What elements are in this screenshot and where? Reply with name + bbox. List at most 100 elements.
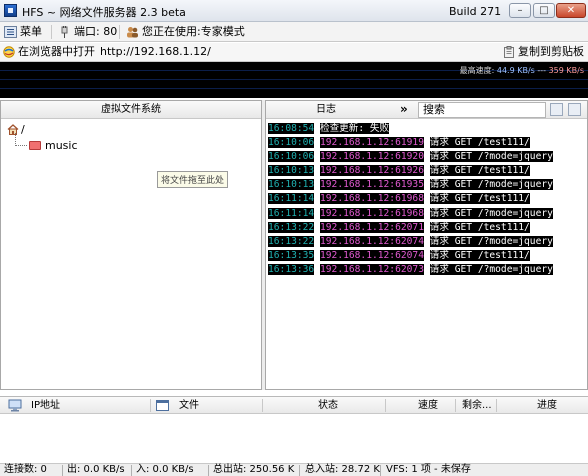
copy-to-clipboard-button[interactable]: 复制到剪贴板 bbox=[502, 44, 584, 60]
log-message: 请求 GET /?mode=jquery bbox=[429, 263, 553, 275]
vfs-header: 虚拟文件系统 bbox=[1, 101, 261, 119]
log-header: 日志 » 搜索 bbox=[266, 101, 587, 119]
url-bar: 在浏览器中打开 http://192.168.1.12/ 复制到剪贴板 bbox=[0, 43, 588, 62]
log-ip: 192.168.1.12:62071 bbox=[320, 221, 424, 233]
status-total-out: 总出站: 250.56 K bbox=[213, 464, 295, 475]
log-time: 16:10:13 bbox=[268, 165, 315, 177]
column-progress[interactable]: 进度 bbox=[537, 397, 557, 414]
max-out-speed: 359 KB/s bbox=[548, 66, 584, 75]
graph-gridline bbox=[0, 88, 588, 89]
mode-button[interactable]: 您正在使用:专家模式 bbox=[124, 24, 249, 40]
status-divider bbox=[299, 465, 300, 476]
log-ip: 192.168.1.12:62073 bbox=[320, 263, 424, 275]
bandwidth-graph: 最高速度: 44.9 KB/s --- 359 KB/s bbox=[0, 62, 588, 98]
maximize-button[interactable]: □ bbox=[533, 3, 555, 18]
drop-hint: 将文件拖至此处 bbox=[157, 171, 229, 188]
toolbar-divider bbox=[51, 25, 52, 39]
minimize-button[interactable]: – bbox=[509, 3, 531, 18]
tree-connector bbox=[15, 133, 27, 146]
close-button[interactable]: ✕ bbox=[556, 3, 586, 18]
log-entry: 16:13:22 192.168.1.12:62074 请求 GET /?mod… bbox=[268, 235, 553, 249]
build-number: Build 271 bbox=[449, 5, 502, 18]
plug-icon bbox=[61, 26, 68, 38]
status-divider bbox=[131, 465, 132, 476]
toolbar: 菜单 端口: 80 您正在使用:专家模式 bbox=[0, 22, 588, 42]
log-message: 请求 GET /test111/ bbox=[429, 249, 530, 261]
copy-log-icon[interactable] bbox=[550, 103, 563, 116]
log-message: 请求 GET /test111/ bbox=[429, 193, 530, 205]
log-time: 16:10:06 bbox=[268, 137, 315, 149]
column-file[interactable]: 文件 bbox=[179, 397, 199, 414]
log-message: 请求 GET /test111/ bbox=[429, 221, 530, 233]
connections-list[interactable] bbox=[0, 414, 588, 462]
status-bar: 连接数: 0 出: 0.0 KB/s 入: 0.0 KB/s 总出站: 250.… bbox=[0, 463, 588, 476]
menu-icon bbox=[4, 26, 17, 38]
open-in-browser-button[interactable]: 在浏览器中打开 bbox=[2, 44, 95, 60]
max-speed-readout: 最高速度: 44.9 KB/s --- 359 KB/s bbox=[460, 65, 584, 76]
log-entry: 16:13:22 192.168.1.12:62071 请求 GET /test… bbox=[268, 221, 553, 235]
log-entry: 16:10:13 192.168.1.12:61926 请求 GET /test… bbox=[268, 164, 553, 178]
speed-separator: --- bbox=[534, 66, 549, 75]
vfs-folder[interactable]: music bbox=[15, 133, 78, 153]
log-ip: 192.168.1.12:61968 bbox=[320, 193, 424, 205]
log-entry: 16:11:14 192.168.1.12:61968 请求 GET /test… bbox=[268, 192, 553, 206]
log-message: 请求 GET /test111/ bbox=[429, 165, 530, 177]
column-divider bbox=[150, 399, 151, 412]
status-total-in: 总入站: 28.72 K bbox=[305, 464, 380, 475]
open-in-browser-label: 在浏览器中打开 bbox=[18, 45, 95, 58]
graph-gridline bbox=[0, 79, 588, 80]
log-time: 16:13:22 bbox=[268, 235, 315, 247]
log-ip: 192.168.1.12:61968 bbox=[320, 207, 424, 219]
file-icon bbox=[156, 400, 169, 411]
port-label: 端口: 80 bbox=[74, 25, 118, 38]
log-message: 请求 GET /?mode=jquery bbox=[429, 151, 553, 163]
column-divider bbox=[385, 399, 386, 412]
log-entry: 16:10:06 192.168.1.12:61920 请求 GET /?mod… bbox=[268, 150, 553, 164]
log-time: 16:13:35 bbox=[268, 249, 315, 261]
vfs-folder-label: music bbox=[45, 139, 78, 152]
menu-button[interactable]: 菜单 bbox=[2, 24, 46, 40]
log-entry: 16:10:06 192.168.1.12:61919 请求 GET /test… bbox=[268, 136, 553, 150]
log-message: 请求 GET /?mode=jquery bbox=[429, 235, 553, 247]
log-ip: 192.168.1.12:61920 bbox=[320, 151, 424, 163]
log-time: 16:10:13 bbox=[268, 179, 315, 191]
browser-icon bbox=[3, 46, 15, 58]
folder-icon bbox=[29, 141, 41, 150]
log-message: 检查更新: 失败 bbox=[320, 123, 390, 134]
mode-label: 您正在使用:专家模式 bbox=[142, 25, 245, 38]
column-divider bbox=[496, 399, 497, 412]
log-search-input[interactable]: 搜索 bbox=[418, 102, 546, 118]
column-remaining[interactable]: 剩余... bbox=[462, 397, 492, 414]
copy-to-clipboard-label: 复制到剪贴板 bbox=[518, 45, 584, 58]
status-out-speed: 出: 0.0 KB/s bbox=[67, 464, 125, 475]
log-ip: 192.168.1.12:62074 bbox=[320, 249, 424, 261]
app-icon bbox=[4, 4, 17, 17]
clipboard-icon bbox=[504, 46, 514, 58]
status-divider bbox=[380, 465, 381, 476]
status-connections: 连接数: 0 bbox=[4, 464, 47, 475]
url-link[interactable]: http://192.168.1.12/ bbox=[100, 44, 211, 60]
title-bar: HFS ~ 网络文件服务器 2.3 beta Build 271 – □ ✕ bbox=[0, 0, 588, 22]
users-icon bbox=[127, 27, 138, 38]
log-entry: 16:13:35 192.168.1.12:62074 请求 GET /test… bbox=[268, 249, 553, 263]
window-title: HFS ~ 网络文件服务器 2.3 beta bbox=[22, 6, 186, 19]
column-status[interactable]: 状态 bbox=[318, 397, 338, 414]
status-divider bbox=[208, 465, 209, 476]
column-divider bbox=[455, 399, 456, 412]
column-ip[interactable]: IP地址 bbox=[31, 397, 60, 414]
log-ip: 192.168.1.12:61919 bbox=[320, 137, 424, 149]
log-entry: 16:13:36 192.168.1.12:62073 请求 GET /?mod… bbox=[268, 263, 553, 277]
log-message: 请求 GET /?mode=jquery bbox=[429, 179, 553, 191]
vfs-panel: 虚拟文件系统 / music bbox=[0, 100, 262, 390]
expand-icon[interactable]: » bbox=[400, 103, 408, 116]
max-in-speed: 44.9 KB/s bbox=[496, 66, 535, 75]
log-time: 16:11:14 bbox=[268, 193, 315, 205]
clear-log-icon[interactable] bbox=[568, 103, 581, 116]
column-divider bbox=[262, 399, 263, 412]
status-divider bbox=[62, 465, 63, 476]
column-speed[interactable]: 速度 bbox=[418, 397, 438, 414]
menu-label: 菜单 bbox=[20, 25, 42, 38]
log-ip: 192.168.1.12:61935 bbox=[320, 179, 424, 191]
log-time: 16:11:14 bbox=[268, 207, 315, 219]
port-button[interactable]: 端口: 80 bbox=[56, 24, 121, 40]
